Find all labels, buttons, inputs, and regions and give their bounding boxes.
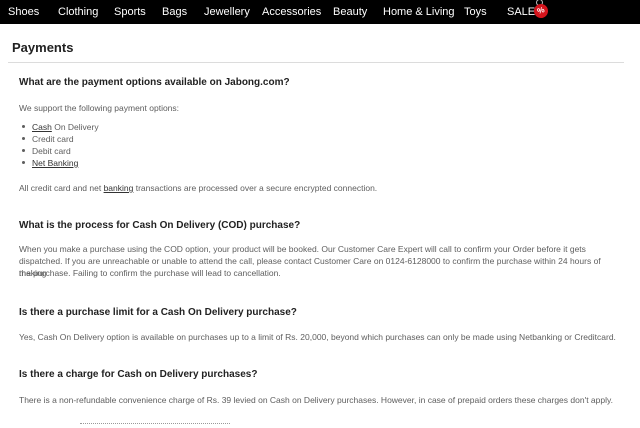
faq-answer-line: When you make a purchase using the COD o… (19, 244, 586, 254)
nav-item-accessories[interactable]: Accessories (262, 6, 321, 18)
note-text: All credit card and net (19, 183, 104, 193)
faq-answer-line: There is a non-refundable convenience ch… (19, 395, 613, 405)
bullet-icon (22, 137, 25, 140)
list-item: Debit card (22, 145, 99, 157)
nav-item-jewellery[interactable]: Jewellery (204, 6, 250, 18)
top-navigation-bar: Shoes Clothing Sports Bags Jewellery Acc… (0, 0, 640, 24)
banking-link[interactable]: banking (104, 183, 134, 193)
option-text: Debit card (32, 146, 71, 156)
faq-intro-text: We support the following payment options… (19, 103, 180, 113)
nav-item-sale[interactable]: SALE % (507, 0, 551, 20)
faq-question-payment-options: What are the payment options available o… (19, 77, 290, 88)
net-banking-link[interactable]: Net Banking (32, 158, 78, 168)
nav-item-sports[interactable]: Sports (114, 6, 146, 18)
option-text: Credit card (32, 134, 74, 144)
list-item: Credit card (22, 133, 99, 145)
faq-question-purchase-limit: Is there a purchase limit for a Cash On … (19, 307, 297, 318)
nav-item-clothing[interactable]: Clothing (58, 6, 98, 18)
faq-question-cod-process: What is the process for Cash On Delivery… (19, 220, 301, 231)
nav-item-toys[interactable]: Toys (464, 6, 487, 18)
clipped-content-edge (80, 423, 230, 428)
cash-link[interactable]: Cash (32, 122, 52, 132)
list-item: Cash On Delivery (22, 121, 99, 133)
bullet-icon (22, 161, 25, 164)
security-note: All credit card and net banking transact… (19, 182, 619, 194)
bullet-icon (22, 149, 25, 152)
faq-question-cod-charge: Is there a charge for Cash on Delivery p… (19, 369, 258, 380)
page-title: Payments (12, 40, 74, 55)
list-item: Net Banking (22, 157, 99, 169)
nav-item-home-living[interactable]: Home & Living (383, 6, 455, 18)
option-text: On Delivery (51, 122, 99, 132)
title-divider (8, 62, 624, 63)
nav-item-bags[interactable]: Bags (162, 6, 187, 18)
payments-panel: Payments What are the payment options av… (0, 24, 640, 427)
faq-answer-line: the purchase. Failing to confirm the pur… (19, 268, 281, 278)
bullet-icon (22, 125, 25, 128)
payment-options-list: Cash On Delivery Credit card Debit card … (22, 121, 99, 169)
nav-item-beauty[interactable]: Beauty (333, 6, 367, 18)
sale-label: SALE (507, 6, 536, 18)
faq-answer-line: Yes, Cash On Delivery option is availabl… (19, 332, 616, 342)
nav-item-shoes[interactable]: Shoes (8, 6, 39, 18)
note-text: transactions are processed over a secure… (133, 183, 378, 193)
